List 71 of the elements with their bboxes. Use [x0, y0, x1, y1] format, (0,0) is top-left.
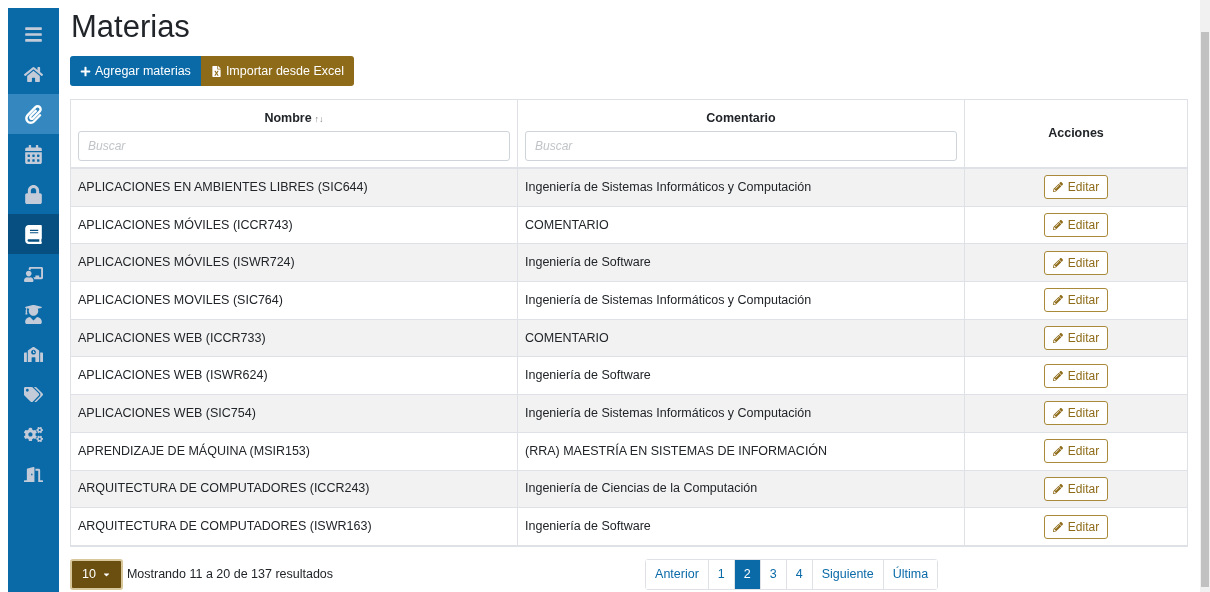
pencil-icon — [1052, 521, 1063, 532]
sort-indicator[interactable]: ↑↓ — [314, 114, 324, 124]
pencil-icon — [1052, 483, 1063, 494]
table-cell-text: COMENTARIO — [525, 329, 609, 347]
table-cell-text: ARQUITECTURA DE COMPUTADORES (ICCR243) — [78, 480, 370, 498]
edit-button[interactable]: Editar — [1043, 213, 1109, 238]
table-cell-text: Ingeniería de Ciencias de la Computación — [525, 480, 758, 498]
menu-icon — [24, 24, 43, 44]
book-icon — [24, 224, 43, 244]
scrollbar-thumb[interactable] — [1201, 32, 1209, 587]
pencil-icon — [1052, 333, 1063, 344]
edit-button[interactable]: Editar — [1043, 439, 1109, 464]
edit-button[interactable]: Editar — [1043, 175, 1109, 200]
search-field[interactable]: Buscar — [78, 130, 510, 161]
column-header[interactable]: Nombre — [264, 111, 312, 125]
tags-icon — [24, 384, 43, 404]
table-cell-text: Ingeniería de Software — [525, 367, 651, 385]
edit-button[interactable]: Editar — [1043, 363, 1109, 388]
edit-button[interactable]: Editar — [1043, 326, 1109, 351]
edit-button[interactable]: Editar — [1043, 250, 1109, 275]
table-cell-text: APLICACIONES MÓVILES (ISWR724) — [78, 253, 295, 272]
pencil-icon — [1052, 220, 1063, 231]
paperclip-icon — [24, 104, 43, 124]
scrollbar[interactable] — [1200, 0, 1210, 592]
excel-file-icon — [210, 65, 222, 77]
table-cell-text: Ingeniería de Sistemas Informáticos y Computación — [525, 292, 812, 310]
table-cell-text: APLICACIONES WEB (ICCR733) — [78, 329, 266, 347]
results-summary: Mostrando 11 a 20 de 137 resultados — [126, 566, 334, 583]
table-cell-text: APLICACIONES EN AMBIENTES LIBRES (SIC644) — [78, 178, 368, 196]
gears-icon — [24, 424, 43, 444]
edit-button[interactable]: Editar — [1043, 476, 1109, 501]
home-icon — [24, 64, 43, 84]
table-cell-text: Ingeniería de Software — [525, 254, 651, 272]
calendar-icon — [24, 144, 43, 164]
table-cell-text: APRENDIZAJE DE MÁQUINA (MSIR153) — [78, 442, 310, 460]
teacher-icon — [24, 264, 43, 284]
search-field[interactable]: Buscar — [525, 130, 957, 161]
table-cell-text: Ingeniería de Software — [525, 518, 651, 536]
import-button[interactable]: Importar desde Excel — [200, 56, 354, 86]
table-cell-text: APLICACIONES WEB (SIC754) — [78, 405, 256, 423]
table-cell-text: APLICACIONES MÓVILES (ICCR743) — [78, 216, 293, 234]
table-cell-text: Ingeniería de Sistemas Informáticos y Computación — [525, 405, 812, 423]
table-cell-text: APLICACIONES WEB (ISWR624) — [78, 367, 268, 385]
column-header[interactable]: Comentario — [706, 111, 776, 125]
pencil-icon — [1052, 408, 1063, 419]
table-cell-text: (RRA) MAESTRÍA EN SISTEMAS DE INFORMACIÓN — [525, 442, 828, 460]
graduate-icon — [24, 304, 43, 324]
edit-button[interactable]: Editar — [1043, 514, 1109, 539]
edit-button[interactable]: Editar — [1043, 401, 1109, 426]
pencil-icon — [1052, 446, 1063, 457]
pencil-icon — [1052, 370, 1063, 381]
pencil-icon — [1052, 182, 1063, 193]
page-size-dropdown[interactable]: 10 — [70, 558, 123, 590]
pencil-icon — [1052, 295, 1063, 306]
edit-button[interactable]: Editar — [1043, 288, 1109, 313]
table-cell-text: ARQUITECTURA DE COMPUTADORES (ISWR163) — [78, 518, 372, 536]
school-icon — [24, 344, 43, 364]
sidebar-item[interactable] — [8, 94, 59, 134]
add-button[interactable]: Agregar materias — [70, 56, 201, 86]
table-cell-text: COMENTARIO — [525, 216, 609, 234]
sidebar-item[interactable] — [8, 214, 59, 254]
lock-icon — [24, 184, 43, 204]
page-link[interactable]: Última — [882, 559, 938, 589]
page-link[interactable]: 2 — [733, 559, 760, 589]
pencil-icon — [1052, 257, 1063, 268]
column-header[interactable]: Acciones — [1048, 126, 1104, 141]
page-title: Materias — [71, 8, 191, 46]
plus-icon — [80, 65, 91, 77]
door-icon — [24, 464, 43, 484]
table-cell-text: Ingeniería de Sistemas Informáticos y Computación — [525, 178, 812, 196]
table-cell-text: APLICACIONES MOVILES (SIC764) — [78, 292, 283, 310]
